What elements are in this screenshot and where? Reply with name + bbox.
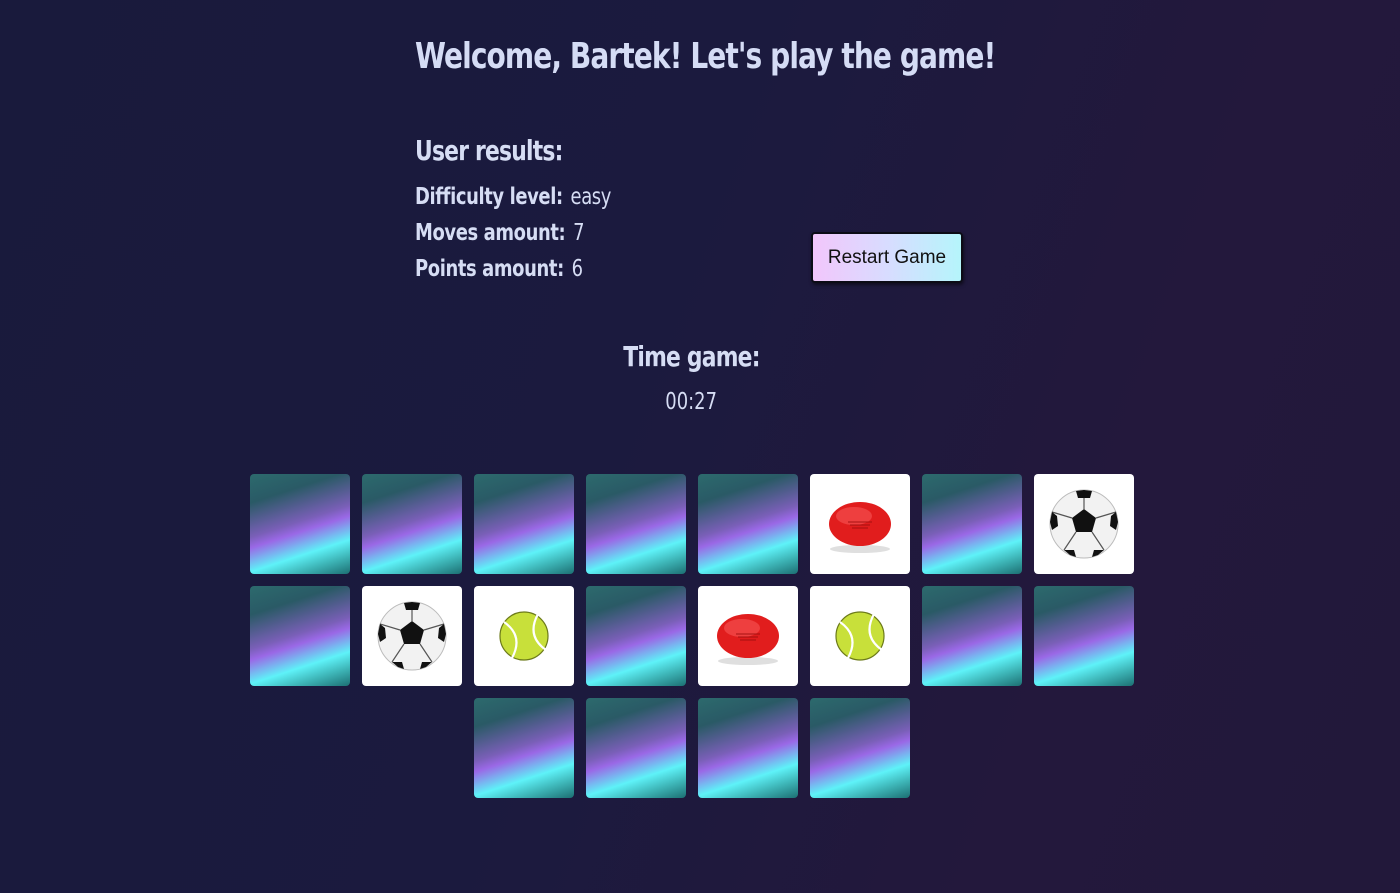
memory-card-hidden[interactable] [250, 586, 350, 686]
rugby-ball-icon [717, 614, 779, 665]
memory-card-hidden[interactable] [922, 474, 1022, 574]
memory-card-hidden[interactable] [586, 698, 686, 798]
points-stat: Points amount: 6 [415, 256, 583, 282]
memory-card-hidden[interactable] [474, 698, 574, 798]
difficulty-stat: Difficulty level: easy [415, 184, 611, 210]
soccer-ball-icon [377, 601, 447, 671]
memory-card-hidden[interactable] [810, 698, 910, 798]
memory-card-hidden[interactable] [1034, 586, 1134, 686]
soccer-ball-icon [1049, 489, 1119, 559]
points-label: Points amount: [415, 256, 564, 282]
memory-card-hidden[interactable] [922, 586, 1022, 686]
memory-card-hidden[interactable] [250, 474, 350, 574]
tennis-ball-icon [835, 611, 885, 661]
memory-card-hidden[interactable] [586, 586, 686, 686]
memory-card-rugby-ball[interactable] [698, 586, 798, 686]
memory-card-hidden[interactable] [698, 698, 798, 798]
memory-card-hidden[interactable] [586, 474, 686, 574]
timer-display: 00:27 [0, 389, 1382, 415]
memory-card-hidden[interactable] [474, 474, 574, 574]
points-value: 6 [571, 256, 583, 282]
user-results-heading: User results: [415, 134, 563, 167]
moves-value: 7 [573, 220, 585, 246]
moves-stat: Moves amount: 7 [415, 220, 585, 246]
memory-card-hidden[interactable] [698, 474, 798, 574]
time-game-heading-text: Time game: [622, 340, 760, 373]
memory-card-tennis-ball[interactable] [810, 586, 910, 686]
tennis-ball-icon [499, 611, 549, 661]
memory-card-hidden[interactable] [362, 474, 462, 574]
difficulty-label: Difficulty level: [415, 184, 563, 210]
rugby-ball-icon [829, 502, 891, 553]
time-game-heading: Time game: [0, 340, 1382, 373]
memory-card-soccer-ball[interactable] [1034, 474, 1134, 574]
timer-value: 00:27 [665, 389, 717, 415]
restart-game-button[interactable]: Restart Game [811, 232, 963, 283]
page-title: Welcome, Bartek! Let's play the game! [415, 36, 996, 77]
moves-label: Moves amount: [415, 220, 566, 246]
memory-card-tennis-ball[interactable] [474, 586, 574, 686]
memory-card-soccer-ball[interactable] [362, 586, 462, 686]
difficulty-value: easy [570, 184, 612, 210]
memory-card-rugby-ball[interactable] [810, 474, 910, 574]
